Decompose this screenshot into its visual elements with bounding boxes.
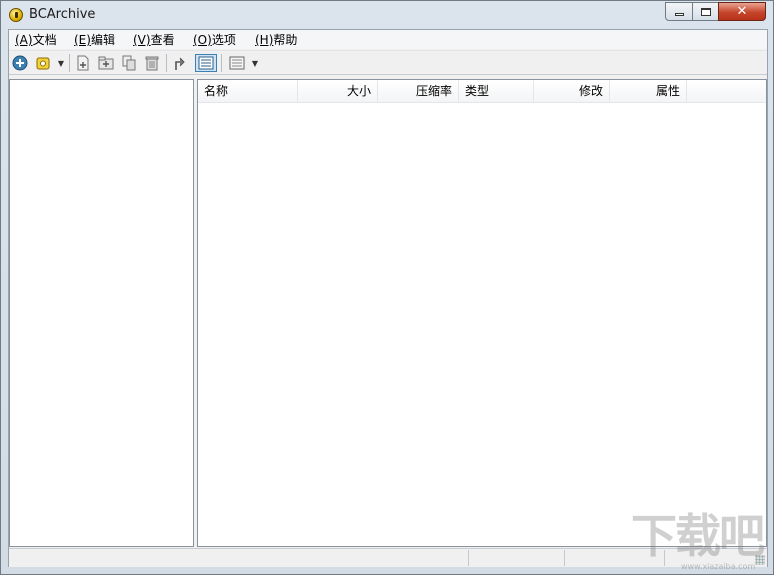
add-file-icon[interactable] bbox=[74, 54, 92, 72]
menu-label: 编辑 bbox=[90, 33, 115, 47]
menu-help[interactable]: (H)帮助 bbox=[255, 32, 297, 48]
minimize-button[interactable] bbox=[665, 2, 693, 21]
add-folder-icon[interactable] bbox=[97, 54, 115, 72]
column-header-ratio[interactable]: 压缩率 bbox=[378, 80, 459, 102]
menu-bar: (A)文档 (E)编辑 (V)查看 (O)选项 (H)帮助 bbox=[9, 30, 767, 49]
toolbar-separator bbox=[69, 54, 70, 72]
details-view-icon[interactable] bbox=[195, 54, 217, 72]
title-bar[interactable]: BCArchive ✕ bbox=[1, 1, 773, 29]
menu-mnemonic: (A) bbox=[15, 33, 33, 47]
new-archive-icon[interactable] bbox=[11, 54, 29, 72]
toolbar-separator bbox=[166, 54, 167, 72]
open-archive-icon[interactable] bbox=[34, 54, 52, 72]
extract-icon[interactable] bbox=[120, 54, 138, 72]
view-options-icon[interactable] bbox=[228, 54, 246, 72]
menu-mnemonic: (O) bbox=[193, 33, 212, 47]
status-cell-count bbox=[469, 550, 565, 566]
menu-label: 查看 bbox=[150, 33, 175, 47]
file-list-pane[interactable]: 名称 大小 压缩率 类型 修改 属性 bbox=[197, 79, 767, 547]
delete-icon[interactable] bbox=[143, 54, 161, 72]
toolbar-separator bbox=[221, 54, 222, 72]
maximize-icon bbox=[700, 7, 711, 16]
maximize-button[interactable] bbox=[692, 2, 719, 21]
column-header-name[interactable]: 名称 bbox=[198, 80, 298, 102]
menu-mnemonic: (V) bbox=[133, 33, 151, 47]
menu-edit[interactable]: (E)编辑 bbox=[74, 32, 115, 48]
menu-mnemonic: (E) bbox=[74, 33, 91, 47]
client-area: (A)文档 (E)编辑 (V)查看 (O)选项 (H)帮助 ▼ ▼ 名称 大小 … bbox=[8, 29, 768, 567]
status-cell-main bbox=[9, 550, 469, 566]
app-window: BCArchive ✕ (A)文档 (E)编辑 (V)查看 (O)选项 (H)帮… bbox=[0, 0, 774, 575]
column-header-type[interactable]: 类型 bbox=[459, 80, 534, 102]
menu-view[interactable]: (V)查看 bbox=[133, 32, 175, 48]
column-header-size[interactable]: 大小 bbox=[298, 80, 378, 102]
watermark-url: www.xiazaiba.com bbox=[681, 562, 756, 571]
menu-label: 选项 bbox=[211, 33, 236, 47]
watermark-logo: 下载吧 bbox=[631, 511, 771, 569]
menu-label: 帮助 bbox=[273, 33, 298, 47]
column-header-modified[interactable]: 修改 bbox=[534, 80, 610, 102]
folder-tree-pane[interactable] bbox=[9, 79, 194, 547]
app-icon[interactable] bbox=[9, 8, 23, 22]
view-dropdown-arrow[interactable]: ▼ bbox=[251, 54, 259, 72]
toolbar: ▼ ▼ bbox=[9, 50, 767, 75]
watermark-text: 下载吧 bbox=[631, 509, 765, 563]
menu-options[interactable]: (O)选项 bbox=[193, 32, 236, 48]
close-icon: ✕ bbox=[736, 4, 748, 19]
list-header: 名称 大小 压缩率 类型 修改 属性 bbox=[198, 80, 766, 103]
column-header-attributes[interactable]: 属性 bbox=[610, 80, 687, 102]
menu-document[interactable]: (A)文档 bbox=[15, 32, 57, 48]
window-title: BCArchive bbox=[29, 7, 96, 22]
close-button[interactable]: ✕ bbox=[718, 2, 766, 21]
minimize-icon bbox=[674, 13, 684, 16]
up-folder-icon[interactable] bbox=[171, 54, 189, 72]
open-dropdown-arrow[interactable]: ▼ bbox=[57, 54, 65, 72]
menu-mnemonic: (H) bbox=[255, 33, 274, 47]
menu-label: 文档 bbox=[32, 33, 57, 47]
